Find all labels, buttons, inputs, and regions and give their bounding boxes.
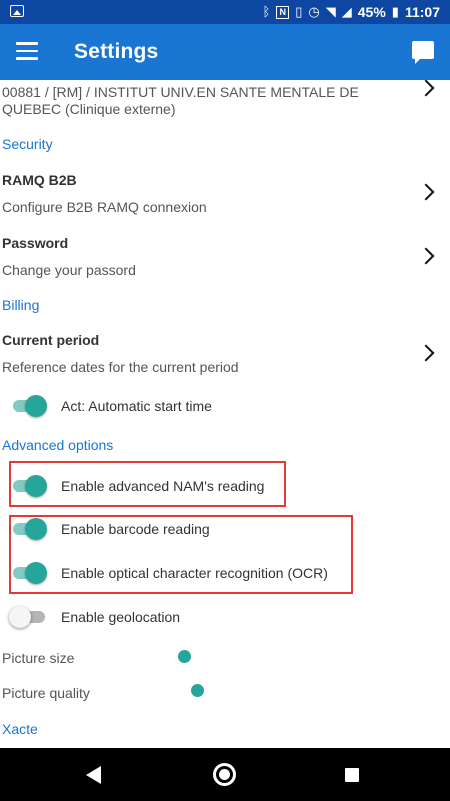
status-bar: ᛒ N ▯ ◷ ◥ ◢ 45% ▮ 11:07: [0, 0, 450, 24]
chevron-right-icon: [417, 80, 435, 97]
highlight-box-barcode-ocr: [9, 515, 353, 594]
switch-label: Enable geolocation: [61, 609, 181, 625]
alarm-icon: ◷: [308, 4, 320, 19]
chevron-right-icon: [417, 183, 435, 201]
picture-size-label: Picture size: [2, 650, 75, 666]
battery-icon: ▮: [391, 4, 399, 19]
bluetooth-icon: ᛒ: [262, 4, 271, 19]
hamburger-menu-icon[interactable]: [16, 42, 38, 60]
app-bar: Settings: [0, 24, 450, 80]
back-triangle-icon[interactable]: [86, 766, 101, 784]
vibrate-icon: ▯: [295, 4, 303, 19]
system-nav-bar: [0, 748, 450, 801]
clinic-text: 00881 / [RM] / INSTITUT UNIV.EN SANTE ME…: [2, 84, 359, 117]
page-title: Settings: [74, 40, 159, 63]
chevron-right-icon: [417, 247, 435, 265]
pref-summary: Change your passord: [2, 262, 136, 278]
section-header-xacte: Xacte: [2, 721, 38, 737]
switch-label: Act: Automatic start time: [61, 398, 212, 414]
chat-message-icon[interactable]: [412, 41, 434, 64]
battery-level: 45%: [357, 4, 386, 20]
act-auto-start-switch[interactable]: [11, 395, 49, 417]
pref-summary: Configure B2B RAMQ connexion: [2, 199, 207, 215]
status-icons: ᛒ N ▯ ◷ ◥ ◢ 45% ▮ 11:07: [262, 3, 440, 21]
home-circle-icon[interactable]: [213, 763, 236, 786]
recents-square-icon[interactable]: [345, 768, 359, 782]
picture-size-slider-thumb[interactable]: [178, 650, 191, 663]
image-icon: [10, 5, 24, 17]
cell-signal-icon: ◢: [341, 4, 352, 19]
picture-quality-slider-thumb[interactable]: [191, 684, 204, 697]
pref-title: Password: [2, 235, 69, 251]
section-header-security: Security: [2, 136, 53, 152]
highlight-box-nam: [9, 461, 286, 507]
pref-title: RAMQ B2B: [2, 172, 77, 188]
picture-quality-label: Picture quality: [2, 685, 90, 701]
geolocation-switch[interactable]: [9, 606, 49, 628]
section-header-advanced: Advanced options: [2, 437, 114, 453]
settings-list: 00881 / [RM] / INSTITUT UNIV.EN SANTE ME…: [0, 80, 450, 748]
pref-summary: Reference dates for the current period: [2, 359, 239, 375]
wifi-icon: ◥: [325, 4, 336, 19]
nfc-icon: N: [276, 5, 290, 19]
chevron-right-icon: [417, 344, 435, 362]
clock: 11:07: [404, 4, 440, 20]
pref-title: Current period: [2, 332, 100, 348]
section-header-billing: Billing: [2, 297, 40, 313]
